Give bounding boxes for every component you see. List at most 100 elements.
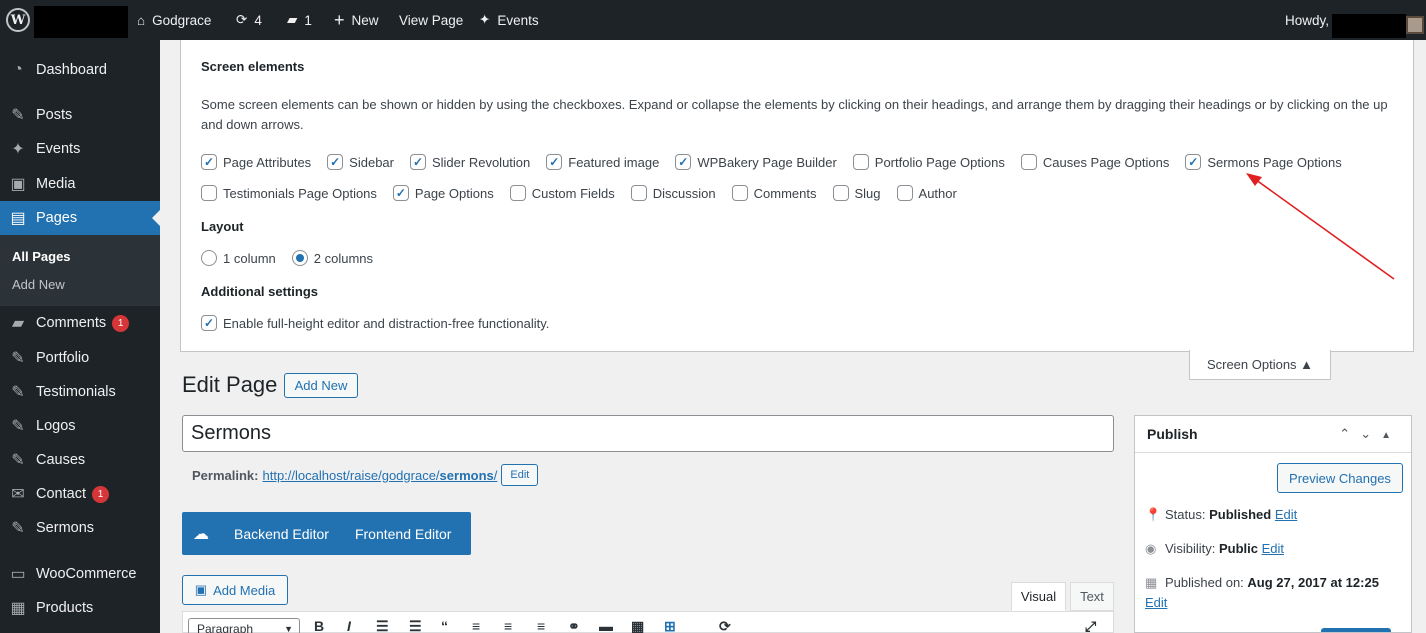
sidebar-item-media[interactable]: ▣ Media (0, 167, 160, 201)
frontend-editor-button[interactable]: Frontend Editor (355, 526, 452, 542)
sidebar-item-logos[interactable]: ✎ Logos (0, 409, 160, 443)
checkbox[interactable] (896, 185, 913, 201)
toggle-comments[interactable]: Comments (731, 185, 817, 201)
published-on-row: ▦ Published on: Aug 27, 2017 at 12:25 (1145, 575, 1379, 590)
toggle-page-options[interactable]: ✓ Page Options (392, 185, 494, 201)
align-right-icon[interactable]: ≡ (537, 618, 545, 633)
italic-icon[interactable]: I (347, 618, 351, 633)
avatar[interactable] (1406, 16, 1424, 34)
sidebar-item-testimonials[interactable]: ✎ Testimonials (0, 375, 160, 409)
unlink-icon[interactable]: ▬ (599, 618, 613, 633)
toggle-author[interactable]: Author (896, 185, 957, 201)
tab-visual[interactable]: Visual (1011, 582, 1066, 611)
toggle-sermons-page-options[interactable]: ✓ Sermons Page Options (1185, 154, 1342, 170)
sidebar-item-dashboard[interactable]: ◔ Dashboard (0, 53, 160, 87)
sidebar-item-portfolio[interactable]: ✎ Portfolio (0, 341, 160, 375)
layout-2-columns[interactable]: 2 columns (291, 250, 373, 266)
fullscreen-icon[interactable]: ⤢ (1085, 618, 1096, 633)
checkbox[interactable]: ✓ (392, 185, 409, 201)
edit-visibility-link[interactable]: Edit (1262, 541, 1284, 556)
howdy-link[interactable]: Howdy, (1285, 0, 1329, 40)
radio-button[interactable] (291, 250, 308, 266)
blockquote-icon[interactable]: “ (441, 618, 448, 633)
align-left-icon[interactable]: ≡ (472, 618, 480, 633)
media-icon: ▣ (194, 582, 208, 597)
pin-icon: ✎ (11, 350, 25, 367)
align-center-icon[interactable]: ≡ (504, 618, 512, 633)
toggle-wpbakery-page-builder[interactable]: ✓ WPBakery Page Builder (675, 154, 837, 170)
toggle-custom-fields[interactable]: Custom Fields (509, 185, 615, 201)
toggle-full-height-editor[interactable]: ✓ Enable full-height editor and distracti… (201, 315, 549, 331)
layout-heading: Layout (201, 219, 244, 234)
edit-date-link[interactable]: Edit (1145, 595, 1167, 610)
toggle-testimonials-page-options[interactable]: Testimonials Page Options (201, 185, 377, 201)
layout-1-column[interactable]: 1 column (201, 250, 276, 266)
toggle-causes-page-options[interactable]: Causes Page Options (1020, 154, 1169, 170)
checkbox[interactable]: ✓ (675, 154, 692, 170)
checkbox[interactable]: ✓ (546, 154, 563, 170)
view-page-link[interactable]: View Page (399, 0, 463, 40)
add-media-button[interactable]: ▣ Add Media (182, 575, 288, 605)
bullet-list-icon[interactable]: ☰ (376, 618, 389, 633)
refresh-icon[interactable]: ⟳ (719, 618, 731, 633)
tab-text[interactable]: Text (1070, 582, 1114, 611)
updates-link[interactable]: ⟳ 4 (236, 0, 262, 40)
edit-status-link[interactable]: Edit (1275, 507, 1297, 522)
insert-plus-icon[interactable]: ⊞ (664, 618, 676, 633)
permalink-link[interactable]: http://localhost/raise/godgrace/sermons/ (262, 468, 497, 483)
pin-icon: ✎ (11, 384, 25, 401)
toggle-page-attributes[interactable]: ✓ Page Attributes (201, 154, 311, 170)
checkbox[interactable]: ✓ (409, 154, 426, 170)
checkbox[interactable] (509, 185, 526, 201)
sidebar-item-causes[interactable]: ✎ Causes (0, 443, 160, 477)
checkbox[interactable]: ✓ (1185, 154, 1202, 170)
checkbox[interactable] (852, 154, 869, 170)
triangle-up-icon[interactable]: ▲ (1381, 430, 1401, 441)
events-link[interactable]: ✦ Events (479, 0, 539, 40)
sidebar-item-events[interactable]: ✦ Events (0, 132, 160, 166)
radio-button[interactable] (201, 250, 217, 266)
bold-icon[interactable]: B (314, 618, 324, 633)
sidebar-item-contact[interactable]: ✉ Contact 1 (0, 477, 160, 511)
backend-editor-button[interactable]: Backend Editor (234, 526, 329, 542)
checkbox[interactable] (731, 185, 748, 201)
sidebar-item-pages[interactable]: ▤ Pages (0, 201, 160, 235)
checkbox[interactable]: ✓ (201, 154, 217, 170)
sidebar-item-woocommerce[interactable]: ▭ WooCommerce (0, 557, 160, 591)
toggle-featured-image[interactable]: ✓ Featured image (546, 154, 659, 170)
permalink-edit-button[interactable]: Edit (501, 464, 539, 486)
sidebar-item-sermons[interactable]: ✎ Sermons (0, 511, 160, 545)
chevron-up-icon[interactable]: ⌃ (1339, 426, 1360, 441)
wordpress-logo-icon[interactable]: W (6, 8, 30, 32)
preview-changes-button[interactable]: Preview Changes (1277, 463, 1403, 493)
submenu-all-pages[interactable]: All Pages (12, 249, 71, 264)
toggle-sidebar[interactable]: ✓ Sidebar (327, 154, 394, 170)
numbered-list-icon[interactable]: ☰ (409, 618, 422, 633)
toggle-discussion[interactable]: Discussion (630, 185, 716, 201)
toggle-slider-revolution[interactable]: ✓ Slider Revolution (409, 154, 530, 170)
sidebar-item-comments[interactable]: ▰ Comments 1 (0, 306, 160, 340)
link-icon[interactable]: ⚭ (568, 618, 580, 633)
keyboard-icon[interactable]: ▦ (631, 618, 644, 633)
site-name-link[interactable]: ⌂ Godgrace (137, 0, 211, 40)
checkbox[interactable]: ✓ (201, 315, 217, 331)
new-content-link[interactable]: + New (334, 0, 379, 40)
checkbox[interactable] (832, 185, 849, 201)
comments-link[interactable]: ▰ 1 (287, 0, 312, 40)
checkbox[interactable] (201, 185, 217, 201)
toggle-slug[interactable]: Slug (832, 185, 881, 201)
submenu-add-new[interactable]: Add New (12, 277, 65, 292)
checkbox[interactable] (1020, 154, 1037, 170)
toggle-portfolio-page-options[interactable]: Portfolio Page Options (852, 154, 1005, 170)
eye-icon: ◉ (1145, 541, 1157, 556)
format-select[interactable]: Paragraph ▼ (188, 618, 300, 633)
sidebar-item-products[interactable]: ▦ Products (0, 591, 160, 625)
checkbox[interactable]: ✓ (327, 154, 344, 170)
chevron-down-icon[interactable]: ⌄ (1360, 426, 1381, 441)
screen-options-tab[interactable]: Screen Options ▲ (1189, 350, 1331, 380)
checkbox[interactable] (630, 185, 647, 201)
post-title-input[interactable]: Sermons (182, 415, 1114, 452)
add-new-page-button[interactable]: Add New (284, 373, 358, 398)
update-button-edge[interactable] (1321, 628, 1391, 632)
sidebar-item-posts[interactable]: ✎ Posts (0, 98, 160, 132)
